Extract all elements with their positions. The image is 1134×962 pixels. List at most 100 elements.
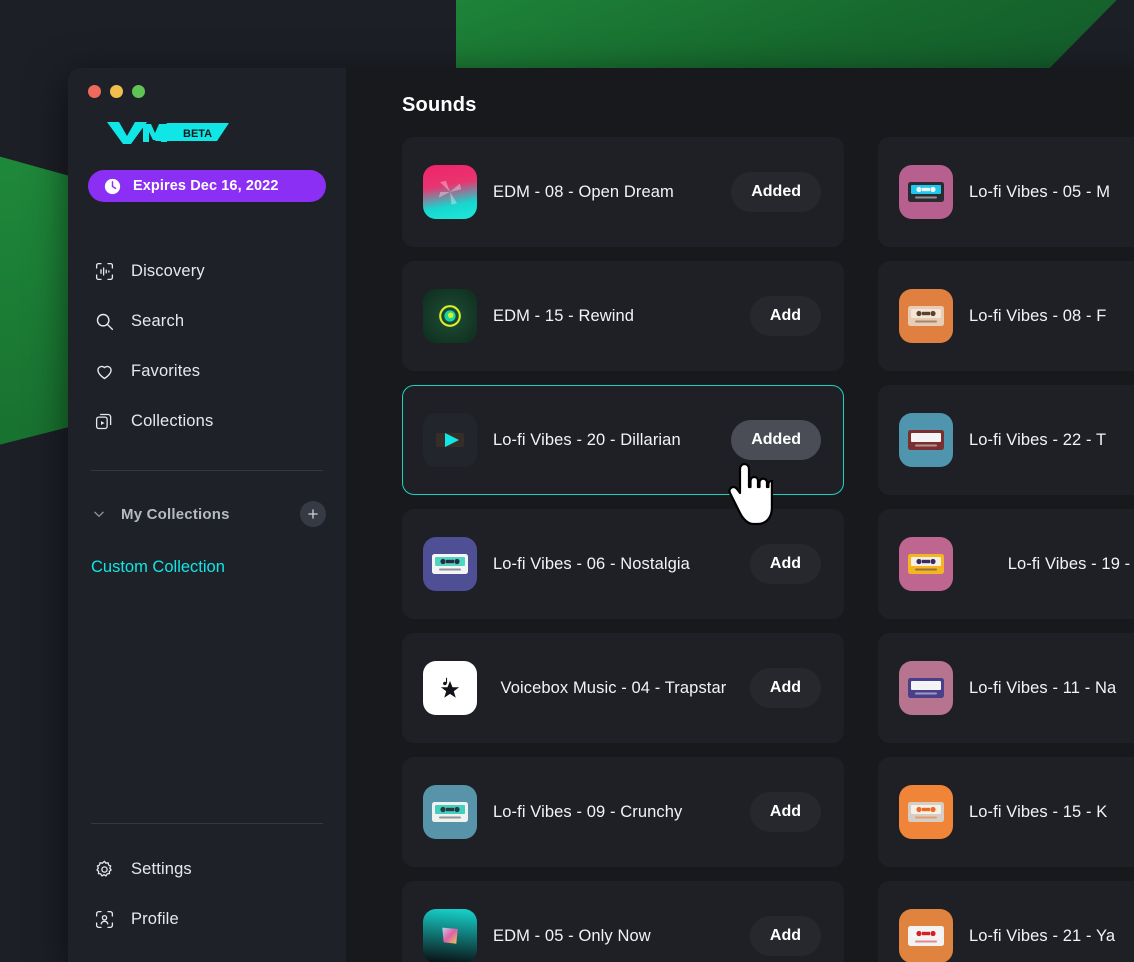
sound-title: Lo-fi Vibes - 11 - Na	[969, 678, 1117, 697]
clock-icon	[104, 178, 121, 194]
sidebar-divider-top	[91, 470, 323, 471]
sound-title: EDM - 08 - Open Dream	[493, 182, 674, 201]
sound-thumbnail[interactable]	[899, 661, 953, 715]
sidebar-item-profile[interactable]: Profile	[88, 894, 326, 944]
sidebar-item-label: Settings	[131, 859, 192, 878]
sound-card[interactable]: Lo-fi Vibes - 09 - Crunchy Add	[402, 757, 844, 867]
add-button[interactable]: Add	[749, 668, 821, 708]
sound-title: EDM - 05 - Only Now	[493, 926, 651, 945]
sound-card[interactable]: Lo-fi Vibes - 06 - Nostalgia Add	[402, 509, 844, 619]
sidebar-item-collections[interactable]: Collections	[88, 396, 326, 446]
sound-thumbnail[interactable]	[423, 909, 477, 962]
sound-thumbnail[interactable]	[423, 165, 477, 219]
application-window: BETA Expires Dec 16, 2022 Discovery Sear…	[68, 68, 1134, 962]
sound-title: Lo-fi Vibes - 19 - Click	[1007, 554, 1134, 573]
sidebar-item-label: Profile	[131, 909, 179, 928]
cassette-icon	[899, 785, 953, 839]
sound-card[interactable]: Lo-fi Vibes - 20 - Dillarian Added	[402, 385, 844, 495]
window-traffic-lights	[88, 68, 326, 102]
sound-thumbnail[interactable]	[423, 537, 477, 591]
sound-title: Lo-fi Vibes - 21 - Ya	[969, 926, 1116, 945]
sound-card[interactable]: Lo-fi Vibes - 22 - TAdd	[878, 385, 1134, 495]
sound-card[interactable]: EDM - 08 - Open Dream Added	[402, 137, 844, 247]
minimize-window-button[interactable]	[110, 84, 123, 98]
sidebar-nav-primary: Discovery Search Favorites Collections	[88, 246, 326, 446]
sound-title: Lo-fi Vibes - 06 - Nostalgia	[493, 554, 690, 573]
sound-title: Voicebox Music - 04 - Trapstar	[500, 678, 727, 697]
album-art	[423, 289, 477, 343]
sound-thumbnail[interactable]	[423, 785, 477, 839]
cassette-icon	[899, 537, 953, 591]
sound-grid: EDM - 08 - Open Dream Added Lo-fi Vibes - …	[402, 137, 1134, 962]
close-window-button[interactable]	[88, 84, 101, 98]
sidebar-item-discovery[interactable]: Discovery	[88, 246, 326, 296]
sidebar-item-search[interactable]: Search	[88, 296, 326, 346]
heart-icon	[93, 360, 115, 382]
sound-thumbnail[interactable]	[899, 785, 953, 839]
sound-thumbnail[interactable]	[423, 413, 477, 467]
sound-card[interactable]: Lo-fi Vibes - 21 - YaAdd	[878, 881, 1134, 962]
sidebar-divider-bottom	[91, 823, 323, 824]
sidebar-item-favorites[interactable]: Favorites	[88, 346, 326, 396]
waveform-icon	[93, 260, 115, 282]
page-title: Sounds	[402, 94, 477, 116]
album-art-playing	[423, 413, 477, 467]
sound-card[interactable]: EDM - 15 - Rewind Add	[402, 261, 844, 371]
sound-card[interactable]: Lo-fi Vibes - 11 - NaAdd	[878, 633, 1134, 743]
sound-thumbnail[interactable]	[899, 909, 953, 962]
sidebar-nav-secondary: Settings Profile	[88, 844, 326, 962]
sidebar-item-settings[interactable]: Settings	[88, 844, 326, 894]
sound-thumbnail[interactable]	[899, 537, 953, 591]
sound-card[interactable]: Lo-fi Vibes - 05 - MAdd	[878, 137, 1134, 247]
add-button[interactable]: Add	[749, 916, 821, 956]
expiry-label: Expires Dec 16, 2022	[133, 178, 279, 194]
add-collection-button[interactable]	[300, 501, 326, 527]
sound-title: EDM - 15 - Rewind	[493, 306, 635, 325]
sound-title: Lo-fi Vibes - 20 - Dillarian	[493, 430, 681, 449]
chevron-down-icon[interactable]	[91, 506, 107, 522]
my-collections-header[interactable]: My Collections	[88, 501, 326, 527]
add-button[interactable]: Add	[749, 296, 821, 336]
sound-title: Lo-fi Vibes - 08 - F	[969, 306, 1107, 325]
album-art	[423, 661, 477, 715]
collection-list: Custom Collection	[88, 553, 326, 581]
maximize-window-button[interactable]	[132, 84, 145, 98]
album-art	[423, 165, 477, 219]
sound-title: Lo-fi Vibes - 09 - Crunchy	[493, 802, 683, 821]
collection-item-custom[interactable]: Custom Collection	[91, 553, 326, 581]
collections-icon	[93, 410, 115, 432]
add-button[interactable]: Add	[749, 792, 821, 832]
cassette-icon	[423, 785, 477, 839]
plus-icon	[308, 509, 318, 519]
add-button[interactable]: Add	[749, 544, 821, 584]
sidebar-item-label: Search	[131, 311, 185, 330]
expiry-badge[interactable]: Expires Dec 16, 2022	[88, 170, 326, 202]
sound-thumbnail[interactable]	[899, 413, 953, 467]
cassette-icon	[423, 537, 477, 591]
sound-card[interactable]: EDM - 05 - Only Now Add	[402, 881, 844, 962]
sidebar-item-label: Discovery	[131, 261, 205, 280]
sound-card[interactable]: Lo-fi Vibes - 15 - KAdd	[878, 757, 1134, 867]
cassette-icon	[899, 661, 953, 715]
sound-thumbnail[interactable]	[899, 289, 953, 343]
sound-thumbnail[interactable]	[423, 289, 477, 343]
added-button[interactable]: Added	[731, 420, 821, 460]
sound-card[interactable]: Voicebox Music - 04 - Trapstar Add	[402, 633, 844, 743]
sound-thumbnail[interactable]	[423, 661, 477, 715]
sound-thumbnail[interactable]	[899, 165, 953, 219]
my-collections-title: My Collections	[121, 505, 230, 523]
sidebar: BETA Expires Dec 16, 2022 Discovery Sear…	[68, 68, 346, 962]
sidebar-item-label: Favorites	[131, 361, 201, 380]
sound-card[interactable]: Lo-fi Vibes - 19 - ClickAdd	[878, 509, 1134, 619]
album-art	[423, 909, 477, 962]
profile-icon	[93, 908, 115, 930]
cassette-icon	[899, 289, 953, 343]
cassette-icon	[899, 165, 953, 219]
desktop-background: BETA Expires Dec 16, 2022 Discovery Sear…	[0, 0, 1134, 962]
main-content: Sounds EDM - 08 - Open Dream Added Lo-fi V…	[346, 68, 1134, 962]
search-icon	[93, 310, 115, 332]
added-button[interactable]: Added	[731, 172, 821, 212]
sound-card[interactable]: Lo-fi Vibes - 08 - FAdd	[878, 261, 1134, 371]
sound-title: Lo-fi Vibes - 05 - M	[969, 182, 1111, 201]
